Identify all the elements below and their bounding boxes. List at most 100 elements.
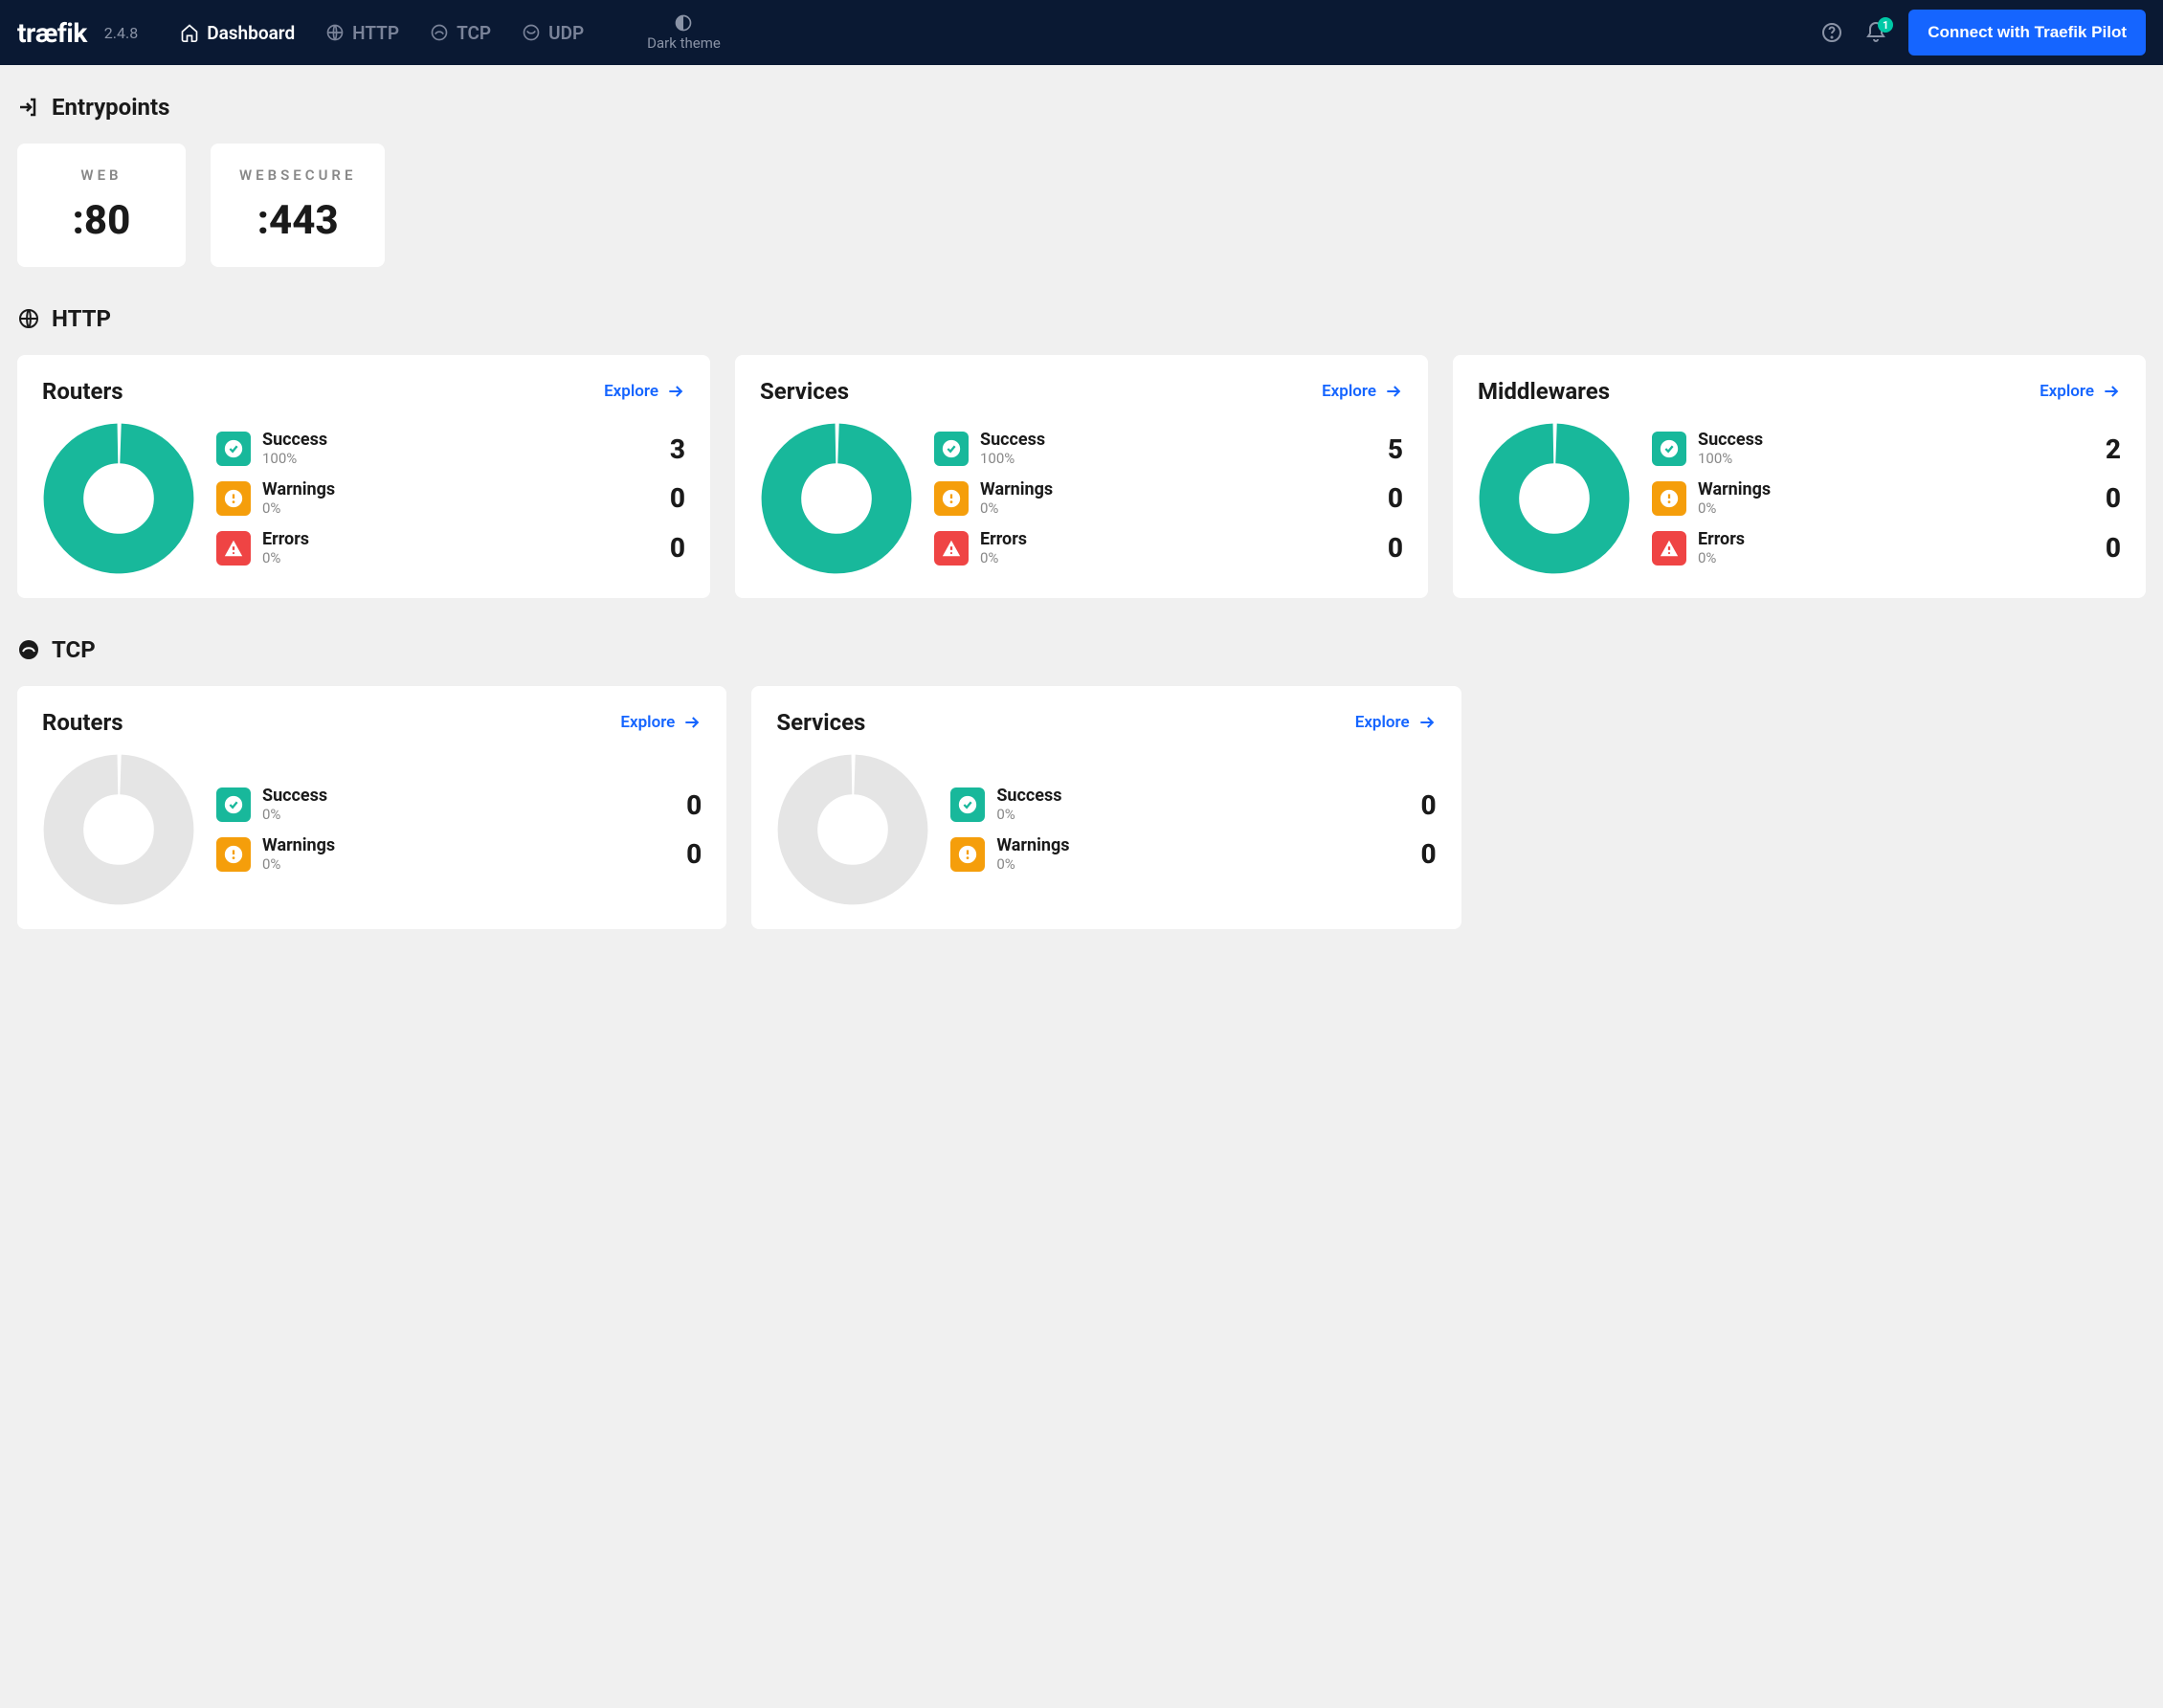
nav-http-label: HTTP xyxy=(352,22,399,44)
notifications-button[interactable]: 1 xyxy=(1864,21,1887,44)
section-entrypoints: Entrypoints WEB :80 WEBSECURE :443 xyxy=(17,94,2146,267)
warning-circle-icon xyxy=(1652,481,1686,516)
explore-label: Explore xyxy=(2040,382,2094,401)
theme-toggle[interactable]: Dark theme xyxy=(647,13,721,52)
check-circle-icon xyxy=(950,787,985,822)
stat-label: Warnings xyxy=(996,836,1401,855)
stat-warnings: Warnings0% 0 xyxy=(950,836,1436,873)
section-http: HTTP Routers Explore Succes xyxy=(17,305,2146,598)
stat-pct: 100% xyxy=(1698,450,2086,467)
globe-icon xyxy=(17,307,40,330)
stat-success: Success0% 0 xyxy=(950,787,1436,823)
stat-pct: 0% xyxy=(262,499,651,517)
connect-pilot-button[interactable]: Connect with Traefik Pilot xyxy=(1908,10,2146,55)
theme-toggle-label: Dark theme xyxy=(647,34,721,52)
nav-tcp-label: TCP xyxy=(457,22,491,44)
panel-title: Routers xyxy=(42,709,123,736)
stat-count: 5 xyxy=(1380,433,1403,465)
warning-circle-icon xyxy=(950,837,985,872)
check-circle-icon xyxy=(216,787,251,822)
nav-dashboard[interactable]: Dashboard xyxy=(167,14,308,52)
stat-label: Success xyxy=(996,787,1401,806)
nav-udp[interactable]: UDP xyxy=(508,14,597,52)
entrypoint-card-websecure[interactable]: WEBSECURE :443 xyxy=(211,144,385,267)
stat-label: Errors xyxy=(1698,530,2086,549)
stat-count: 0 xyxy=(1380,482,1403,514)
explore-link-http-middlewares[interactable]: Explore xyxy=(2040,382,2121,401)
section-title-http: HTTP xyxy=(17,305,2146,332)
entrypoint-name: WEBSECURE xyxy=(239,166,356,184)
explore-label: Explore xyxy=(604,382,658,401)
stat-label: Warnings xyxy=(980,480,1369,499)
warning-circle-icon xyxy=(934,481,969,516)
panel-title: Routers xyxy=(42,378,123,405)
nav-udp-label: UDP xyxy=(548,22,584,44)
tcp-title-text: TCP xyxy=(52,636,96,663)
entrypoint-card-web[interactable]: WEB :80 xyxy=(17,144,186,267)
stat-success: Success100% 3 xyxy=(216,431,685,467)
entrypoint-name: WEB xyxy=(46,166,157,184)
entrypoint-port: :443 xyxy=(239,197,356,244)
stat-label: Success xyxy=(262,787,667,806)
contrast-icon xyxy=(674,13,693,33)
donut-chart xyxy=(42,422,195,575)
explore-link-tcp-services[interactable]: Explore xyxy=(1355,713,1437,732)
stat-count: 0 xyxy=(679,789,702,821)
stat-errors: Errors0% 0 xyxy=(216,530,685,566)
tcp-icon xyxy=(430,23,449,42)
stat-label: Warnings xyxy=(1698,480,2086,499)
main-content: Entrypoints WEB :80 WEBSECURE :443 HTTP … xyxy=(0,65,2163,996)
donut-chart xyxy=(1478,422,1631,575)
check-circle-icon xyxy=(216,432,251,466)
stat-pct: 0% xyxy=(262,806,667,823)
stat-pct: 0% xyxy=(1698,499,2086,517)
stat-success: Success100% 5 xyxy=(934,431,1403,467)
home-icon xyxy=(180,23,199,42)
stat-pct: 0% xyxy=(980,499,1369,517)
stat-pct: 100% xyxy=(980,450,1369,467)
stat-count: 0 xyxy=(679,838,702,870)
explore-label: Explore xyxy=(1355,713,1410,732)
stat-count: 0 xyxy=(2098,482,2121,514)
nav-http[interactable]: HTTP xyxy=(312,14,413,52)
stat-count: 0 xyxy=(1414,838,1437,870)
stat-pct: 0% xyxy=(262,549,651,566)
help-icon xyxy=(1820,21,1843,44)
nav-tcp[interactable]: TCP xyxy=(416,14,504,52)
stat-label: Success xyxy=(1698,431,2086,450)
nav-dashboard-label: Dashboard xyxy=(207,22,295,44)
stat-label: Errors xyxy=(262,530,651,549)
explore-label: Explore xyxy=(1322,382,1376,401)
panel-title: Services xyxy=(776,709,865,736)
http-title-text: HTTP xyxy=(52,305,111,332)
section-tcp: TCP Routers Explore Success xyxy=(17,636,2146,929)
panel-http-services: Services Explore Success100% 5 xyxy=(735,355,1428,598)
stat-label: Success xyxy=(262,431,651,450)
warning-circle-icon xyxy=(216,837,251,872)
donut-chart xyxy=(776,753,929,906)
stat-count: 2 xyxy=(2098,433,2121,465)
explore-link-http-routers[interactable]: Explore xyxy=(604,382,685,401)
error-triangle-icon xyxy=(934,531,969,566)
notification-badge: 1 xyxy=(1878,17,1893,33)
panel-title: Services xyxy=(760,378,849,405)
entrypoint-port: :80 xyxy=(46,197,157,244)
stat-count: 0 xyxy=(2098,532,2121,564)
help-button[interactable] xyxy=(1820,21,1843,44)
stat-warnings: Warnings0% 0 xyxy=(216,480,685,517)
explore-label: Explore xyxy=(620,713,675,732)
udp-icon xyxy=(522,23,541,42)
explore-link-tcp-routers[interactable]: Explore xyxy=(620,713,702,732)
stat-label: Errors xyxy=(980,530,1369,549)
stat-count: 0 xyxy=(1414,789,1437,821)
arrow-right-icon xyxy=(682,713,702,732)
arrow-right-icon xyxy=(1417,713,1437,732)
section-title-entrypoints: Entrypoints xyxy=(17,94,2146,121)
panel-title: Middlewares xyxy=(1478,378,1610,405)
tcp-icon xyxy=(17,638,40,661)
stat-pct: 0% xyxy=(262,855,667,873)
donut-chart xyxy=(760,422,913,575)
explore-link-http-services[interactable]: Explore xyxy=(1322,382,1403,401)
stat-label: Warnings xyxy=(262,480,651,499)
donut-chart xyxy=(42,753,195,906)
